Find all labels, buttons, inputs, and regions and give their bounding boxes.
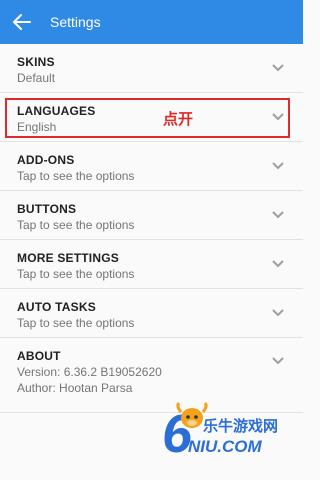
settings-item-description: Tap to see the options bbox=[17, 316, 135, 330]
settings-item-description: Tap to see the options bbox=[17, 218, 135, 232]
annotation-label: 点开 bbox=[163, 111, 194, 128]
settings-item-skins[interactable]: SKINS Default bbox=[0, 44, 303, 93]
chevron-down-icon bbox=[272, 64, 284, 72]
settings-item-more-settings[interactable]: MORE SETTINGS Tap to see the options bbox=[0, 240, 303, 289]
settings-item-label: ADD-ONS bbox=[17, 153, 75, 167]
settings-item-about[interactable]: ABOUT Version: 6.36.2 B19052620 Author: … bbox=[0, 338, 303, 413]
settings-item-description: Tap to see the options bbox=[17, 169, 135, 183]
watermark-text: 乐牛游戏网 bbox=[203, 418, 279, 435]
arrow-left-icon bbox=[13, 14, 31, 30]
chevron-down-icon bbox=[272, 357, 284, 365]
chevron-down-icon bbox=[272, 211, 284, 219]
chevron-down-icon bbox=[272, 260, 284, 268]
settings-item-label: AUTO TASKS bbox=[17, 300, 96, 314]
back-button[interactable] bbox=[0, 0, 44, 44]
highlight-box bbox=[5, 98, 290, 138]
settings-item-buttons[interactable]: BUTTONS Tap to see the options bbox=[0, 191, 303, 240]
settings-item-add-ons[interactable]: ADD-ONS Tap to see the options bbox=[0, 142, 303, 191]
watermark-domain: NIU.COM bbox=[188, 437, 262, 456]
settings-item-label: MORE SETTINGS bbox=[17, 251, 119, 265]
settings-item-description: Tap to see the options bbox=[17, 267, 135, 281]
chevron-down-icon bbox=[272, 309, 284, 317]
settings-item-auto-tasks[interactable]: AUTO TASKS Tap to see the options bbox=[0, 289, 303, 338]
chevron-down-icon bbox=[272, 162, 284, 170]
version-text: Version: 6.36.2 B19052620 bbox=[17, 365, 162, 379]
page-title: Settings bbox=[50, 14, 101, 30]
settings-item-label: BUTTONS bbox=[17, 202, 77, 216]
app-bar: Settings bbox=[0, 0, 303, 44]
settings-item-label: SKINS bbox=[17, 55, 55, 69]
settings-item-value: Default bbox=[17, 71, 56, 85]
author-text: Author: Hootan Parsa bbox=[17, 381, 133, 395]
settings-item-label: ABOUT bbox=[17, 349, 61, 363]
